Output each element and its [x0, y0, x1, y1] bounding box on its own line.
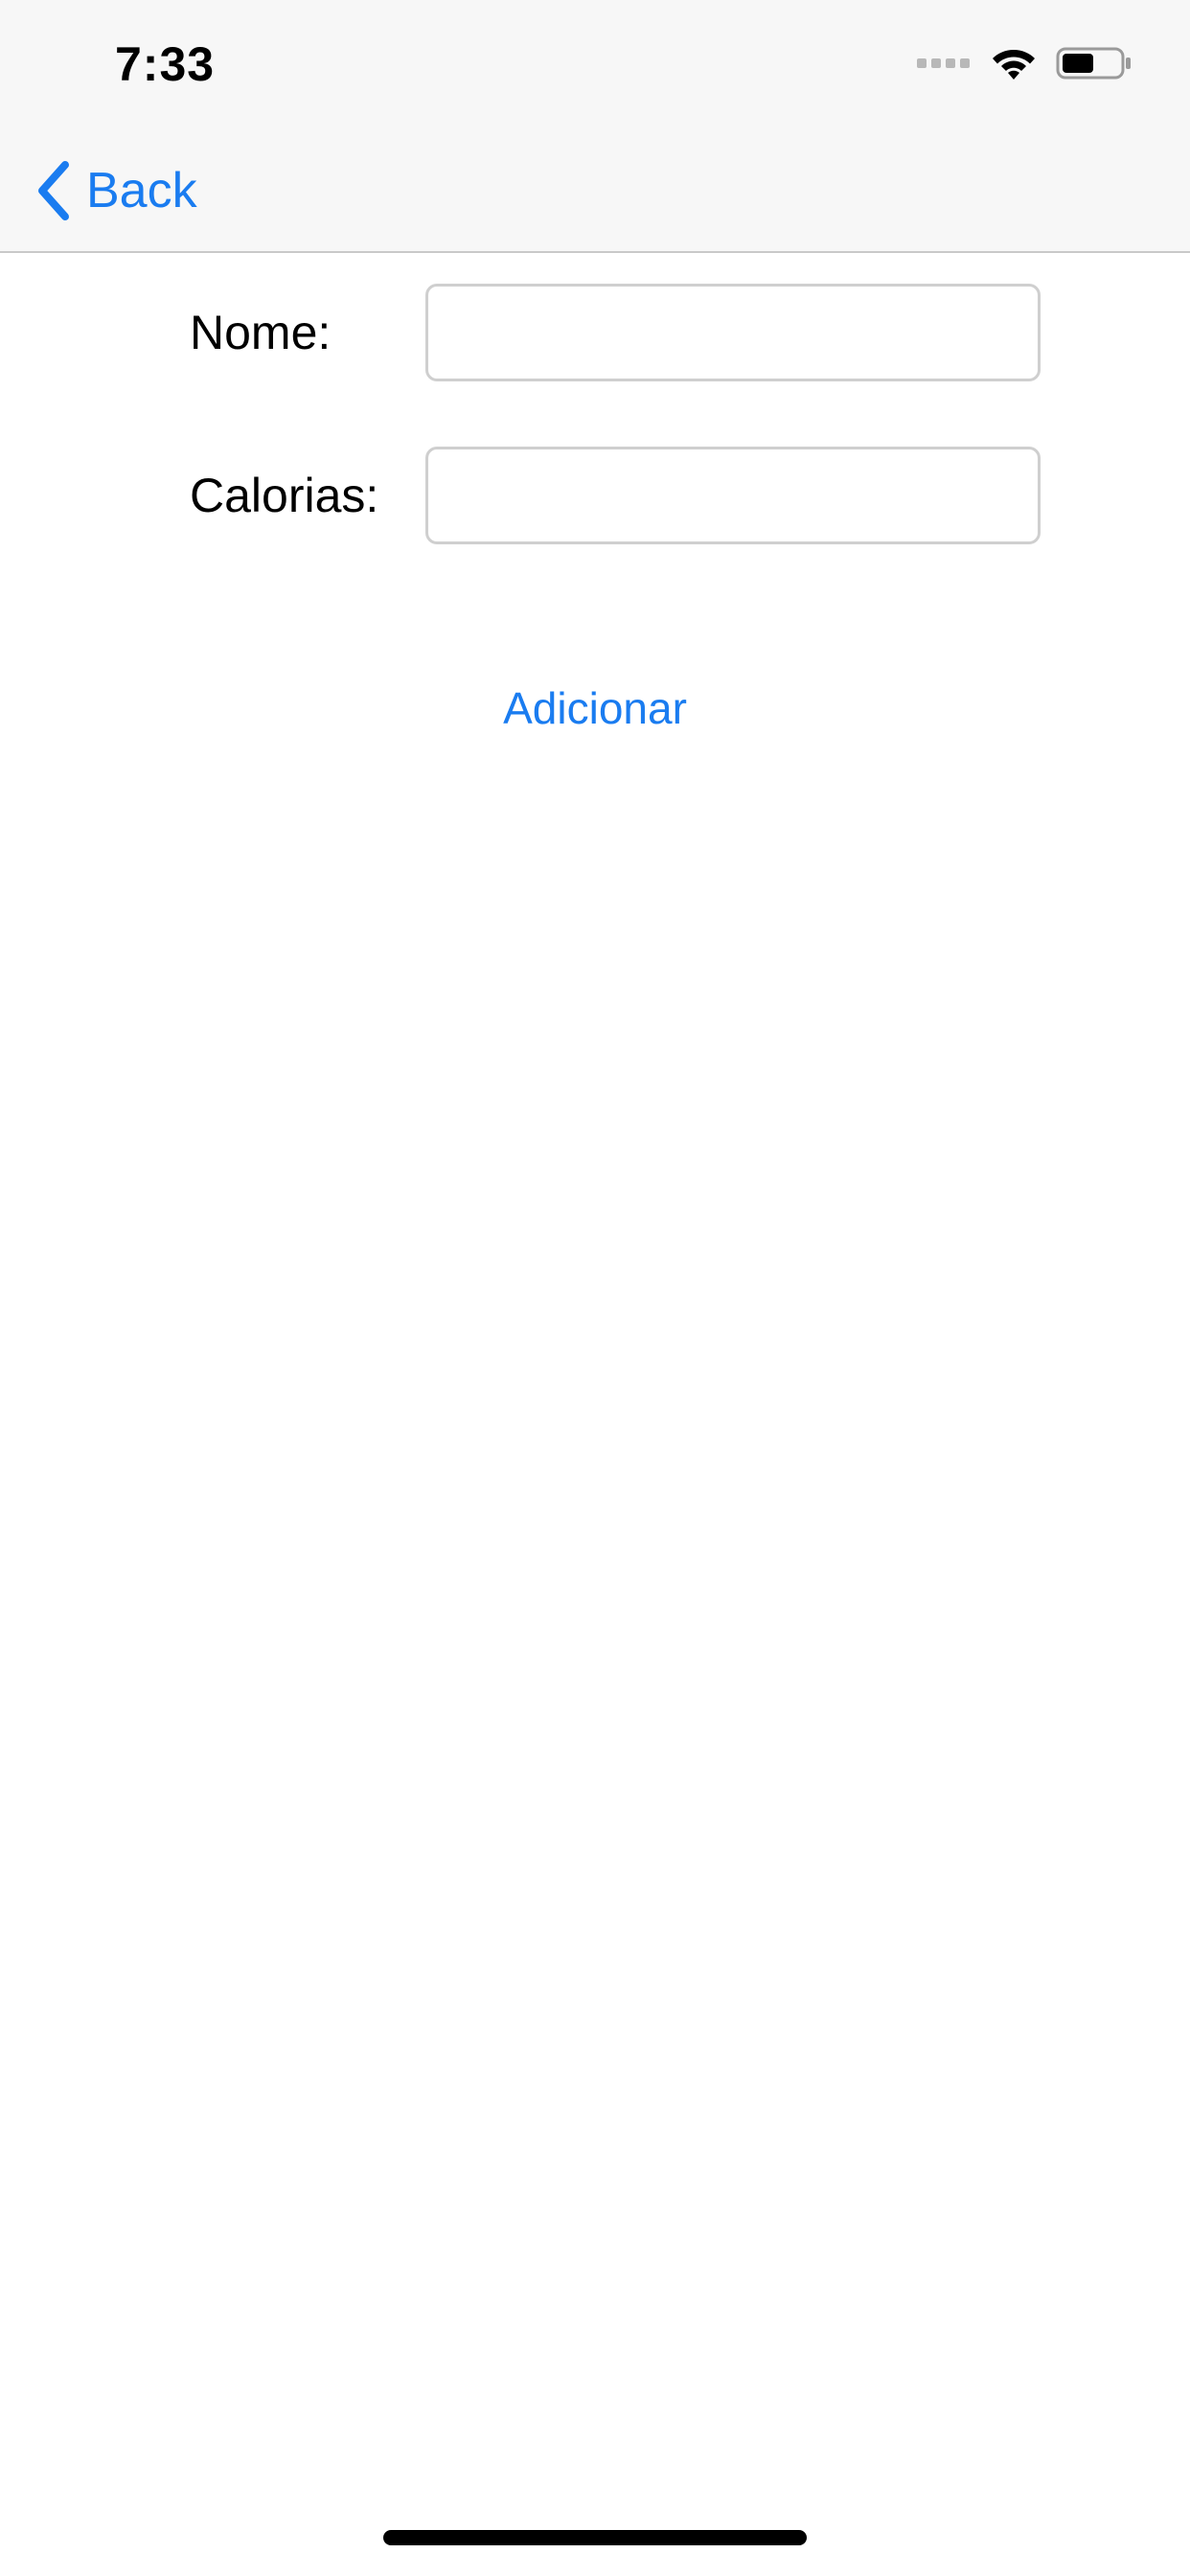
cellular-signal-icon	[917, 58, 970, 68]
home-indicator[interactable]	[383, 2530, 807, 2545]
calorias-label: Calorias:	[190, 469, 379, 522]
nome-input[interactable]	[425, 284, 1041, 381]
nome-label: Nome:	[190, 306, 332, 359]
back-label: Back	[86, 163, 197, 218]
calorias-input[interactable]	[425, 447, 1041, 544]
back-button[interactable]: Back	[34, 157, 197, 224]
wifi-icon	[993, 50, 1035, 80]
navigation-bar: Back	[0, 126, 1190, 253]
status-bar: 7:33	[0, 0, 1190, 126]
status-icons	[917, 42, 1133, 84]
calorias-row: Calorias:	[0, 447, 1190, 544]
add-food-screen: 7:33 Back Nome: Calorias: Adicionar	[0, 0, 1190, 2576]
nome-row: Nome:	[0, 284, 1190, 381]
chevron-left-icon	[38, 161, 69, 220]
status-time: 7:33	[115, 37, 216, 91]
adicionar-button[interactable]: Adicionar	[0, 682, 1190, 734]
battery-icon	[1056, 47, 1131, 80]
